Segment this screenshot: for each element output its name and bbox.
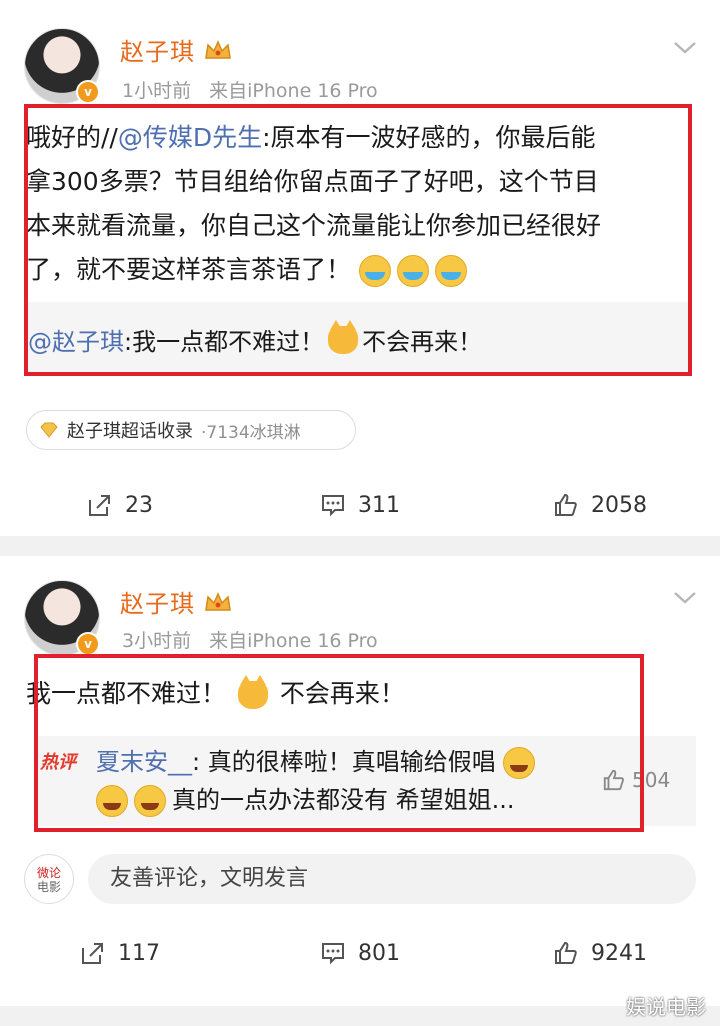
- super-topic-pill[interactable]: 赵子琪超话收录 ·7134冰琪淋: [26, 410, 356, 450]
- repost-count: 117: [118, 940, 160, 966]
- like-button[interactable]: 2058: [480, 480, 720, 530]
- like-count: 9241: [591, 940, 647, 966]
- comment-button[interactable]: 311: [240, 480, 480, 530]
- verified-badge-icon: v: [76, 80, 100, 104]
- post-card-2: v 赵子琪 3小时前 来自iPhone 16 Pro 我一点都不难过！ 不会再来…: [0, 556, 720, 1006]
- highlight-box: [24, 104, 692, 376]
- comment-input[interactable]: 友善评论，文明发言: [88, 854, 696, 904]
- repost-icon: [82, 943, 103, 964]
- comment-count: 311: [358, 492, 400, 518]
- comment-button[interactable]: 801: [240, 928, 480, 978]
- user-name-label: 赵子琪: [120, 38, 195, 66]
- crown-icon: [205, 39, 231, 59]
- action-bar: 23 311 2058: [0, 480, 720, 530]
- user-name[interactable]: 赵子琪: [120, 584, 233, 619]
- action-bar: 117 801 9241: [0, 928, 720, 978]
- like-count: 2058: [591, 492, 647, 518]
- topic-label: 赵子琪超话收录: [67, 421, 193, 442]
- comment-input-placeholder: 友善评论，文明发言: [110, 866, 309, 891]
- comment-icon: [322, 943, 344, 965]
- topic-sub: ·7134冰琪淋: [201, 422, 301, 443]
- channel-logo: 微论 电影: [24, 854, 74, 904]
- post-meta: 1小时前 来自iPhone 16 Pro: [122, 76, 390, 103]
- comment-icon: [322, 495, 344, 517]
- watermark: 娱说电影: [626, 995, 706, 1019]
- like-icon: [555, 941, 577, 964]
- verified-badge-icon: v: [76, 632, 100, 656]
- diamond-icon: [40, 422, 58, 438]
- user-name-label: 赵子琪: [120, 590, 195, 618]
- post-time: 3小时前: [122, 630, 192, 652]
- post-source: 来自iPhone 16 Pro: [209, 630, 378, 652]
- post-source: 来自iPhone 16 Pro: [209, 80, 378, 102]
- post-card-1: v 赵子琪 1小时前 来自iPhone 16 Pro 哦好的//@传媒D先生:原…: [0, 0, 720, 536]
- crown-icon: [205, 591, 231, 611]
- post-meta: 3小时前 来自iPhone 16 Pro: [122, 626, 390, 653]
- post-time: 1小时前: [122, 80, 192, 102]
- comment-count: 801: [358, 940, 400, 966]
- like-icon: [555, 493, 577, 516]
- user-name[interactable]: 赵子琪: [120, 32, 233, 67]
- chevron-down-icon[interactable]: [672, 40, 698, 56]
- repost-button[interactable]: 117: [0, 928, 240, 978]
- repost-count: 23: [125, 492, 153, 518]
- highlight-box: [34, 654, 644, 832]
- like-button[interactable]: 9241: [480, 928, 720, 978]
- repost-icon: [89, 495, 110, 516]
- repost-button[interactable]: 23: [0, 480, 240, 530]
- chevron-down-icon[interactable]: [672, 590, 698, 606]
